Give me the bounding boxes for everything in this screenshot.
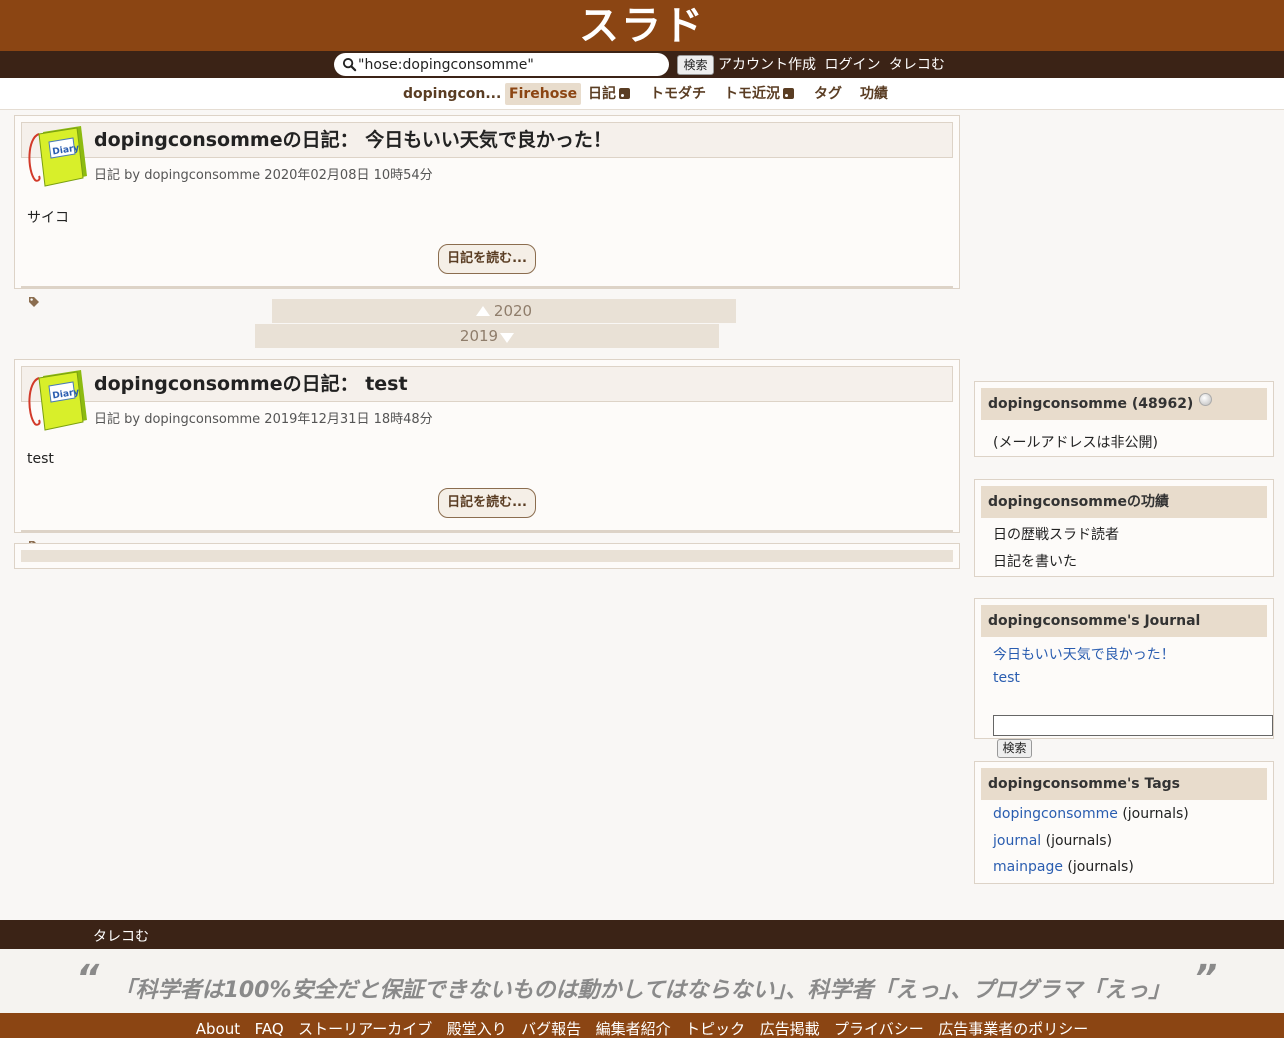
user-nav: dopingcon... Firehose 日記 トモダチ トモ近況 タグ 功績 xyxy=(0,78,1284,110)
search-icon xyxy=(342,57,357,72)
older-year-pager[interactable]: 2019 xyxy=(255,324,719,348)
diary-icon: Diary xyxy=(28,126,87,187)
tag-icon[interactable] xyxy=(28,296,40,308)
site-logo[interactable]: スラド xyxy=(571,4,713,48)
achievements-header[interactable]: dopingconsommeの功績 xyxy=(981,486,1267,518)
article-body: サイコ xyxy=(27,210,69,226)
search-button[interactable]: 検索 xyxy=(677,55,714,75)
nav-journal-label: 日記 xyxy=(588,86,616,102)
nav-achievements-label: 功績 xyxy=(860,86,888,102)
footer-link-editors[interactable]: 編集者紹介 xyxy=(596,1020,671,1038)
nav-tags[interactable]: タグ xyxy=(810,83,846,105)
footer-link-bug-report[interactable]: バグ報告 xyxy=(521,1020,581,1038)
nav-journal[interactable]: 日記 xyxy=(584,83,634,105)
newer-year-pager[interactable]: 2020 xyxy=(272,299,736,323)
achievements-box: dopingconsommeの功績 日の歴戦スラド読者 日記を書いた xyxy=(974,479,1274,577)
journal-entry-label[interactable]: 今日もいい天気で良かった！ xyxy=(993,647,1175,663)
footer-link-topics[interactable]: トピック xyxy=(685,1020,745,1038)
arrow-down-icon xyxy=(500,333,515,343)
tag-suffix: (journals) xyxy=(1062,859,1134,875)
tag-suffix: (journals) xyxy=(1041,833,1113,849)
nav-friends-activity[interactable]: トモ近況 xyxy=(720,83,798,105)
footer-link-hall-of-fame[interactable]: 殿堂入り xyxy=(447,1020,507,1038)
login-link[interactable]: ログイン xyxy=(824,57,880,73)
nav-firehose-label: Firehose xyxy=(509,86,578,102)
footer-links: About FAQ ストーリアーカイブ 殿堂入り バグ報告 編集者紹介 トピック… xyxy=(0,1013,1284,1038)
footer-bar: タレコむ xyxy=(0,920,1284,949)
article-footer xyxy=(21,286,953,288)
tag-link[interactable]: dopingconsomme xyxy=(993,806,1118,822)
read-more-button[interactable]: 日記を読む... xyxy=(438,488,536,518)
more-pager-bar[interactable] xyxy=(21,550,953,562)
journal-search-input[interactable] xyxy=(993,715,1273,736)
submit-story-link[interactable]: タレコむ xyxy=(889,57,945,73)
journal-box: dopingconsomme's Journal 今日もいい天気で良かった！ t… xyxy=(974,598,1274,758)
user-info-box: dopingconsomme (48962) (メールアドレスは非公開) xyxy=(974,381,1274,457)
tags-box: dopingconsomme's Tags dopingconsomme (jo… xyxy=(974,761,1274,884)
rss-icon[interactable] xyxy=(783,88,794,99)
footer-quote: 「科学者は100%安全だと保証できないものは動かしてはならない」、科学者「えっ」… xyxy=(113,978,1171,1003)
read-more-button[interactable]: 日記を読む... xyxy=(438,244,536,274)
more-pager-box xyxy=(14,543,960,569)
footer-link-archive[interactable]: ストーリアーカイブ xyxy=(298,1020,432,1038)
journal-article: dopingconsommeの日記： 今日もいい天気で良かった！ Diary 日… xyxy=(14,115,960,289)
email-note: (メールアドレスは非公開) xyxy=(993,435,1158,451)
create-account-link[interactable]: アカウント作成 xyxy=(718,57,816,73)
nav-friends-label: トモダチ xyxy=(650,86,706,102)
tag-item: mainpage (journals) xyxy=(993,859,1134,875)
tag-suffix: (journals) xyxy=(1117,806,1189,822)
article-meta: 日記 by dopingconsomme 2019年12月31日 18時48分 xyxy=(94,412,433,427)
search-box[interactable] xyxy=(334,53,669,76)
rss-icon[interactable] xyxy=(619,88,630,99)
nav-user-label: dopingcon... xyxy=(403,86,502,102)
journal-entry-label[interactable]: test xyxy=(993,670,1020,686)
header-links: アカウント作成 ログイン タレコむ xyxy=(718,55,949,75)
journal-entry-link[interactable]: test xyxy=(993,670,1020,686)
article-header: dopingconsommeの日記： test xyxy=(21,366,953,402)
user-info-header: dopingconsomme (48962) xyxy=(981,388,1267,420)
search-bar: 検索 アカウント作成 ログイン タレコむ xyxy=(0,51,1284,78)
footer-submit-link[interactable]: タレコむ xyxy=(93,926,149,946)
footer-link-advertise[interactable]: 広告掲載 xyxy=(760,1020,820,1038)
search-input[interactable] xyxy=(358,54,658,75)
tag-item: journal (journals) xyxy=(993,833,1112,849)
journal-header[interactable]: dopingconsomme's Journal xyxy=(981,605,1267,637)
arrow-up-icon xyxy=(475,306,490,316)
tag-item: dopingconsomme (journals) xyxy=(993,806,1189,822)
nav-firehose[interactable]: Firehose xyxy=(505,83,582,105)
nav-tags-label: タグ xyxy=(814,86,842,102)
close-quote-mark: ” xyxy=(1194,958,1218,999)
footer-link-privacy[interactable]: プライバシー xyxy=(834,1020,924,1038)
tag-link[interactable]: mainpage xyxy=(993,859,1063,875)
journal-search-button[interactable]: 検索 xyxy=(997,739,1032,758)
footer-link-faq[interactable]: FAQ xyxy=(255,1020,284,1038)
quote-area: “ 「科学者は100%安全だと保証できないものは動かしてはならない」、科学者「え… xyxy=(0,949,1284,1013)
tag-link[interactable]: journal xyxy=(993,833,1041,849)
article-header: dopingconsommeの日記： 今日もいい天気で良かった！ xyxy=(21,122,953,158)
achievement-item: 日の歴戦スラド読者 xyxy=(993,527,1119,543)
footer-link-about[interactable]: About xyxy=(196,1020,240,1038)
journal-entry-link[interactable]: 今日もいい天気で良かった！ xyxy=(993,644,1175,664)
older-year-label: 2019 xyxy=(459,327,499,345)
diary-icon: Diary xyxy=(28,370,87,431)
article-title[interactable]: dopingconsommeの日記： 今日もいい天気で良かった！ xyxy=(94,127,612,153)
journal-article: dopingconsommeの日記： test Diary 日記 by dopi… xyxy=(14,359,960,533)
logo-bar: スラド xyxy=(0,0,1284,51)
article-footer xyxy=(21,530,953,532)
nav-friends[interactable]: トモダチ xyxy=(646,83,710,105)
article-title[interactable]: dopingconsommeの日記： test xyxy=(94,371,408,397)
tags-header[interactable]: dopingconsomme's Tags xyxy=(981,768,1267,800)
nav-friends-activity-label: トモ近況 xyxy=(724,86,780,102)
user-info-title[interactable]: dopingconsomme (48962) xyxy=(988,396,1193,412)
nav-achievements[interactable]: 功績 xyxy=(856,83,892,105)
newer-year-label: 2020 xyxy=(493,302,533,320)
status-dot-icon xyxy=(1199,393,1213,406)
article-meta: 日記 by dopingconsomme 2020年02月08日 10時54分 xyxy=(94,168,433,183)
footer-link-ad-policy[interactable]: 広告事業者のポリシー xyxy=(938,1020,1088,1038)
article-body: test xyxy=(27,451,54,467)
nav-user[interactable]: dopingcon... xyxy=(399,83,505,105)
achievement-item: 日記を書いた xyxy=(993,554,1077,570)
